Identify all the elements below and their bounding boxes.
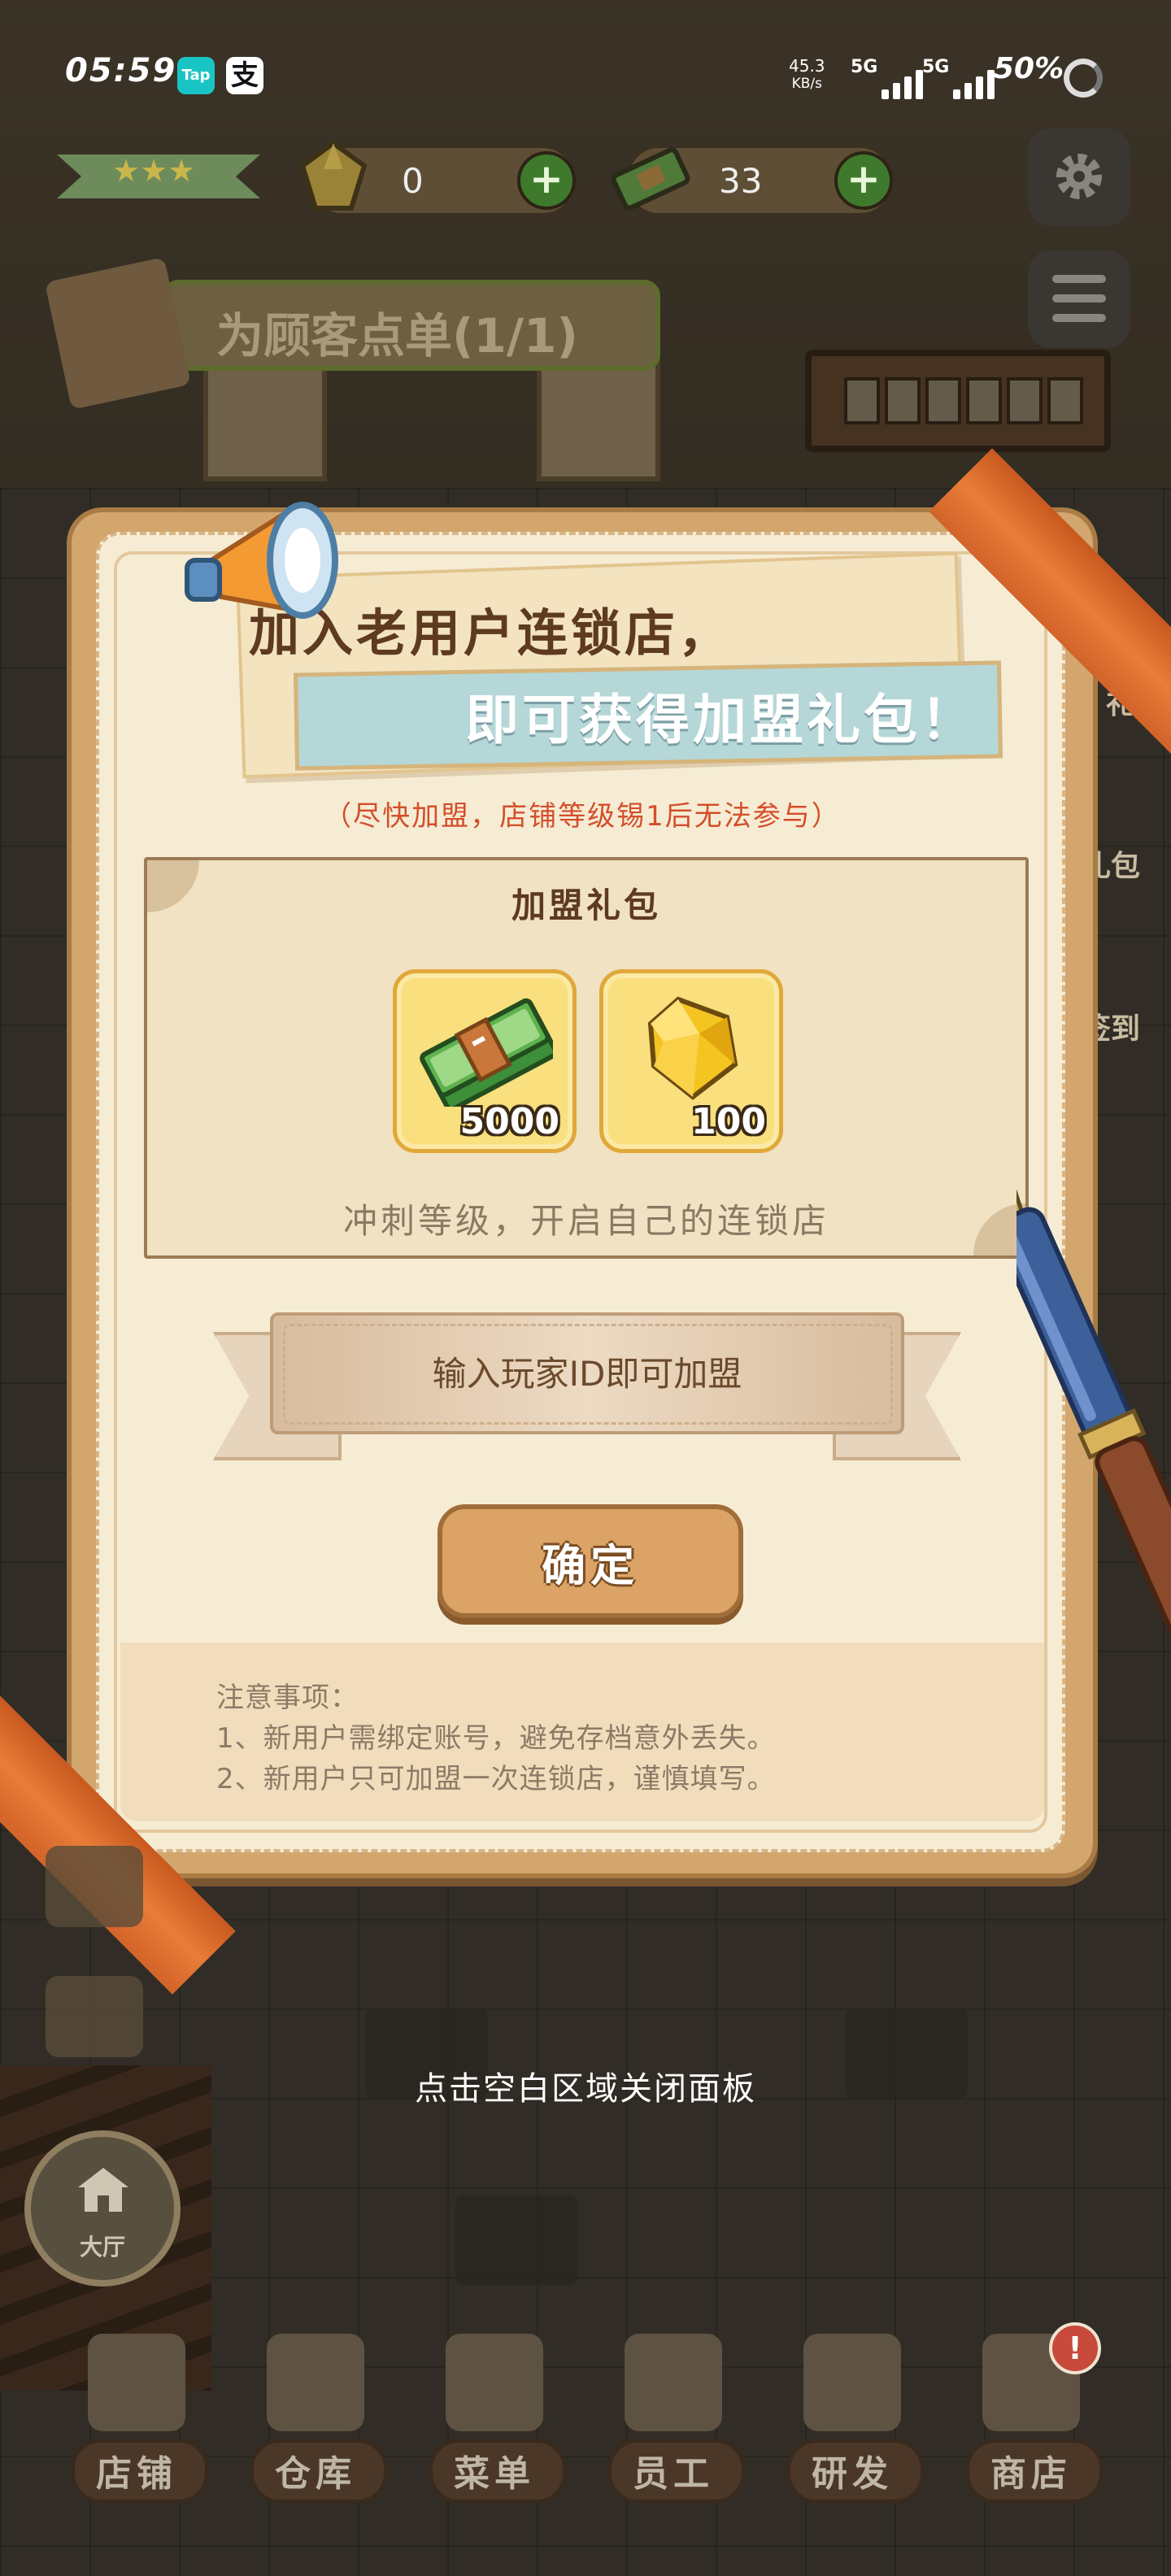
note-item: 2、新用户只可加盟一次连锁店，谨慎填写。: [216, 1763, 776, 1795]
signal-bars-icon: [865, 70, 923, 99]
star-rating-icon: ★★★: [112, 153, 196, 189]
signal-bars-icon: [937, 70, 995, 99]
gift-package-panel: 加盟礼包 5000 100 冲刺等级，开启自己的连锁店: [144, 857, 1029, 1259]
close-panel-hint: 点击空白区域关闭面板: [415, 2070, 756, 2108]
settings-button[interactable]: [1028, 128, 1130, 226]
cash-counter[interactable]: 33 +: [611, 145, 893, 216]
cash-count: 33: [719, 161, 763, 201]
nav-shop[interactable]: 店铺: [63, 2326, 210, 2504]
reward-gem-quantity: 100: [691, 1101, 766, 1142]
nav-label: 员工: [633, 2453, 714, 2495]
nav-label: 仓库: [275, 2453, 356, 2495]
taptap-notification-icon: Tap: [177, 57, 215, 94]
quest-tracker[interactable]: 为顾客点单(1/1): [45, 257, 660, 410]
recipe-book-icon[interactable]: [46, 1976, 143, 2057]
gift-package-subtitle: 冲刺等级，开启自己的连锁店: [342, 1201, 829, 1241]
hall-label: 大厅: [79, 2234, 125, 2261]
nav-warehouse[interactable]: 仓库: [242, 2326, 389, 2504]
shop-icon: [88, 2334, 185, 2431]
alipay-notification-icon: 支: [226, 57, 263, 94]
join-deadline-warning: （尽快加盟，店铺等级锡1后无法参与）: [324, 800, 841, 833]
franchise-invite-dialog: 加入老用户连锁店， 即可获得加盟礼包！ （尽快加盟，店铺等级锡1后无法参与） 加…: [0, 448, 1171, 1995]
nav-menu[interactable]: 菜单: [421, 2326, 568, 2504]
add-cash-button[interactable]: +: [834, 151, 893, 210]
gem-icon: [647, 996, 738, 1100]
gem-count: 0: [402, 161, 424, 201]
player-id-input[interactable]: [270, 1312, 904, 1434]
notes-section: 注意事项： 1、新用户需绑定账号，避免存档意外丢失。 2、新用户只可加盟一次连锁…: [120, 1643, 1044, 1821]
house-icon: [78, 2168, 128, 2212]
network-speed-value: 45.3: [789, 56, 825, 76]
gem-counter[interactable]: 0 +: [299, 140, 576, 216]
staff-icon: [625, 2334, 722, 2431]
note-item: 1、新用户需绑定账号，避免存档意外丢失。: [216, 1722, 776, 1755]
hall-button[interactable]: 大厅: [24, 2130, 181, 2287]
network-speed: 45.3 KB/s: [789, 57, 825, 93]
store-alert-badge: !: [1049, 2322, 1101, 2374]
player-level-badge[interactable]: ★★★: [57, 122, 260, 203]
clipboard-icon: [45, 257, 191, 410]
nav-label: 商店: [990, 2453, 1072, 2495]
add-gem-button[interactable]: +: [517, 151, 576, 210]
nav-staff[interactable]: 员工: [600, 2326, 747, 2504]
reward-cash[interactable]: 5000: [393, 969, 577, 1153]
nav-label: 店铺: [96, 2453, 177, 2495]
quest-label: 为顾客点单(1/1): [216, 308, 578, 363]
status-time: 05:59: [65, 52, 177, 89]
warehouse-icon: [267, 2334, 364, 2431]
player-id-ribbon: [213, 1312, 961, 1460]
battery-ring-icon: [1064, 59, 1103, 98]
nav-research[interactable]: 研发: [779, 2326, 925, 2504]
gift-package-title: 加盟礼包: [511, 886, 661, 925]
list-icon: [1052, 275, 1106, 283]
dialog-title-line2: 即可获得加盟礼包！: [465, 689, 977, 751]
menu-clipboard-icon: [446, 2334, 543, 2431]
cash-stack-icon: [611, 147, 690, 211]
reward-gem[interactable]: 100: [599, 969, 783, 1153]
cooking-pot-icon: [803, 2334, 901, 2431]
nav-label: 菜单: [454, 2453, 535, 2495]
nav-label: 研发: [812, 2453, 893, 2495]
megaphone-icon: [185, 502, 338, 619]
task-list-button[interactable]: [1028, 250, 1130, 348]
notes-title: 注意事项：: [216, 1682, 359, 1714]
status-bar: 05:59 Tap 支 45.3 KB/s 5G 5G 50%: [0, 47, 1171, 112]
network-speed-unit: KB/s: [791, 76, 822, 92]
gift-chest-icon[interactable]: [46, 1846, 143, 1927]
fountain-pen-icon: [1016, 1131, 1171, 1647]
cash-stack-icon: [420, 998, 553, 1107]
confirm-button[interactable]: 确定: [437, 1504, 743, 1618]
gem-icon: [299, 140, 368, 211]
reward-cash-quantity: 5000: [459, 1101, 559, 1142]
gear-icon: [1056, 154, 1102, 199]
battery-percent: 50%: [994, 52, 1064, 85]
